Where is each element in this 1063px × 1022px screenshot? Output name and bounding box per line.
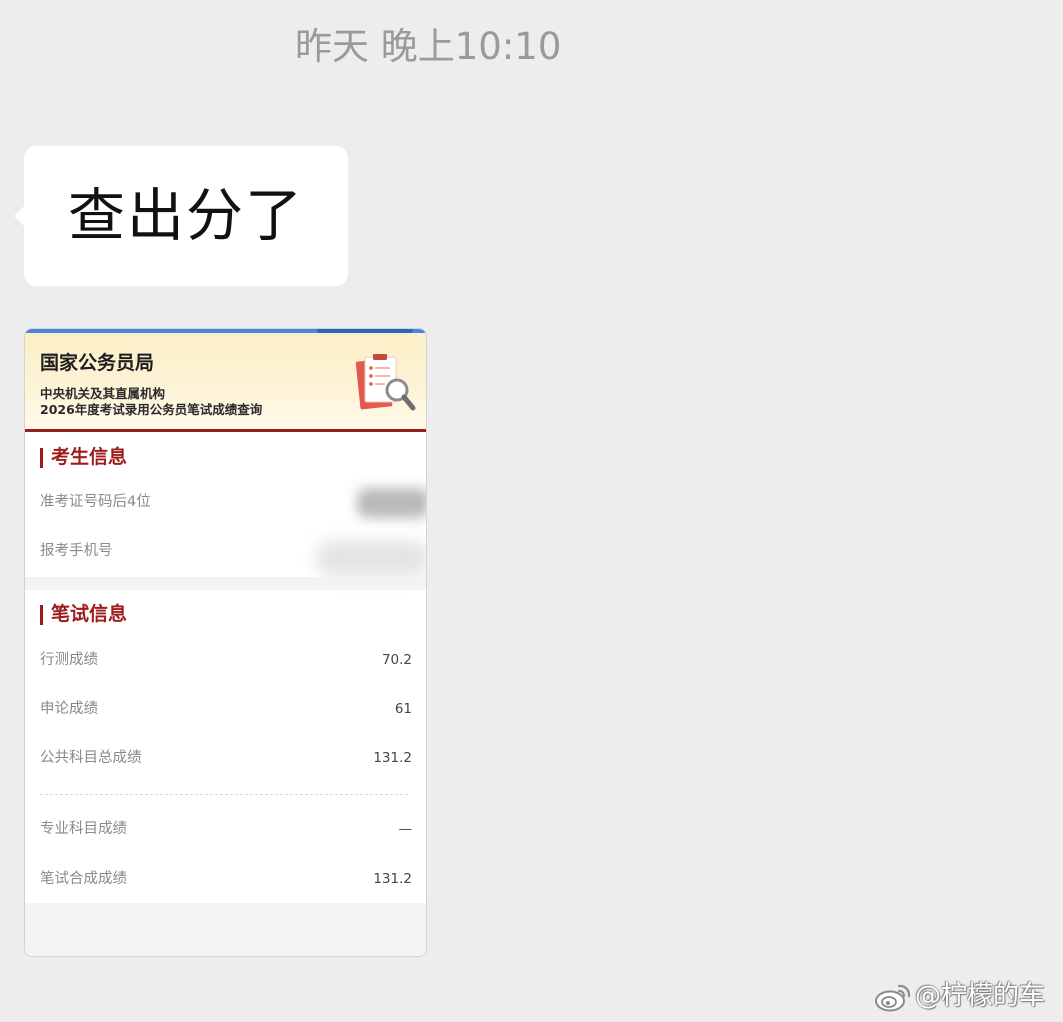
section-heading-exam: 笔试信息 [51, 603, 128, 625]
row-label-xingce: 行测成绩 [40, 652, 98, 668]
row-label-public-total: 公共科目总成绩 [40, 750, 142, 766]
weibo-icon [875, 984, 911, 1012]
chat-bubble[interactable]: 查出分了 [14, 146, 348, 286]
header-divider [25, 429, 426, 432]
clipboard-search-icon [355, 354, 416, 411]
row-label-phone: 报考手机号 [40, 543, 113, 559]
row-label-professional: 专业科目成绩 [40, 821, 127, 837]
org-title: 国家公务员局 [40, 352, 155, 374]
section-separator [25, 577, 426, 590]
org-subtitle-1: 中央机关及其直属机构 [40, 386, 166, 401]
row-value-xingce: 70.2 [381, 652, 412, 668]
section-heading-candidate: 考生信息 [51, 446, 128, 468]
row-label-combined: 笔试合成成绩 [40, 871, 127, 887]
row-label-ticket: 准考证号码后4位 [40, 494, 151, 510]
redacted-value [357, 488, 426, 518]
message-timestamp: 昨天 晚上10:10 [295, 25, 562, 68]
row-label-shenlun: 申论成绩 [40, 701, 98, 717]
section-marker [40, 605, 43, 625]
image-message[interactable]: 国家公务员局 中央机关及其直属机构 2026年度考试录用公务员笔试成绩查询 考生… [24, 328, 427, 957]
row-value-combined: 131.2 [373, 871, 412, 887]
chat-bubble-text: 查出分了 [68, 183, 304, 249]
row-value-professional: — [398, 821, 413, 837]
row-value-public-total: 131.2 [373, 750, 412, 766]
redacted-value [317, 541, 426, 577]
dashed-divider [40, 794, 408, 795]
watermark-text: @柠檬的车 [915, 981, 1046, 1011]
card-footer-area [25, 903, 426, 956]
section-marker [40, 448, 43, 468]
row-value-shenlun: 61 [394, 701, 412, 717]
org-subtitle-2: 2026年度考试录用公务员笔试成绩查询 [40, 402, 263, 417]
